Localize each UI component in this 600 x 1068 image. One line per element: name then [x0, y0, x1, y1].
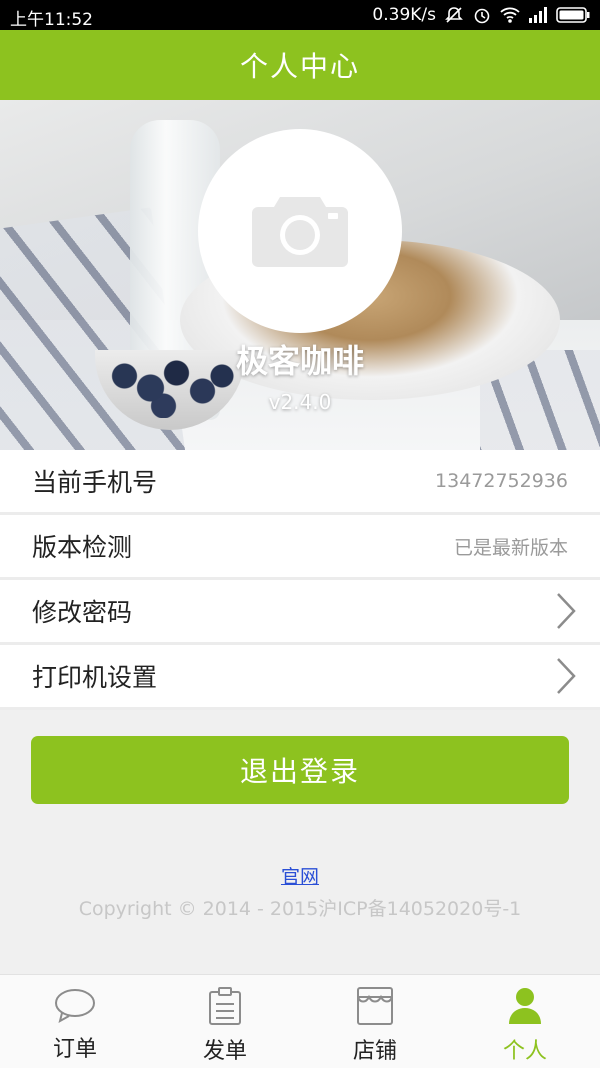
- camera-icon: [250, 189, 350, 273]
- profile-header: 极客咖啡 v2.4.0: [0, 100, 600, 450]
- printer-settings-label: 打印机设置: [32, 663, 158, 692]
- app-version: v2.4.0: [268, 390, 332, 414]
- nav-profile-label: 个人: [502, 1039, 547, 1064]
- phone-number-row: 当前手机号 13472752936: [0, 450, 600, 515]
- page-title: 个人中心: [239, 50, 360, 83]
- wifi-icon: [500, 6, 520, 24]
- mute-icon: [444, 5, 464, 25]
- printer-settings-row[interactable]: 打印机设置: [0, 645, 600, 710]
- change-password-label: 修改密码: [32, 598, 133, 627]
- chat-bubble-icon: [54, 987, 96, 1027]
- change-password-row[interactable]: 修改密码: [0, 580, 600, 645]
- version-check-label: 版本检测: [32, 533, 133, 562]
- nav-dispatch-label: 发单: [202, 1039, 247, 1064]
- title-bar: 个人中心: [0, 30, 600, 100]
- bottom-nav: 订单 发单 店铺 个人: [0, 974, 600, 1068]
- alarm-icon: [472, 5, 492, 25]
- avatar[interactable]: [198, 129, 402, 333]
- version-check-row[interactable]: 版本检测 已是最新版本: [0, 515, 600, 580]
- chevron-right-icon: [554, 592, 578, 634]
- chevron-right-icon: [554, 657, 578, 699]
- store-name: 极客咖啡: [235, 342, 364, 380]
- signal-icon: [528, 7, 548, 23]
- logout-button[interactable]: 退出登录: [31, 736, 569, 804]
- phone-number-value: 13472752936: [435, 470, 568, 492]
- nav-store-label: 店铺: [352, 1039, 397, 1064]
- official-site-link[interactable]: 官网: [0, 862, 600, 889]
- copyright-text: Copyright © 2014 - 2015沪ICP备14052020号-1: [78, 898, 522, 920]
- person-icon: [507, 987, 543, 1029]
- nav-orders[interactable]: 订单: [0, 975, 150, 1068]
- settings-list: 当前手机号 13472752936 版本检测 已是最新版本 修改密码 打印机设置: [0, 450, 600, 710]
- battery-icon: [556, 7, 590, 23]
- store-icon: [355, 987, 395, 1029]
- clipboard-icon: [207, 987, 243, 1029]
- status-icons: 0.39K/s: [372, 5, 590, 25]
- phone-number-label: 当前手机号: [32, 468, 158, 497]
- nav-orders-label: 订单: [52, 1037, 97, 1062]
- network-speed: 0.39K/s: [372, 5, 436, 25]
- nav-store[interactable]: 店铺: [300, 975, 450, 1068]
- status-time: 上午11:52: [10, 10, 93, 30]
- nav-profile[interactable]: 个人: [450, 975, 600, 1068]
- nav-dispatch[interactable]: 发单: [150, 975, 300, 1068]
- status-bar: 上午11:52 0.39K/s: [0, 0, 600, 30]
- version-check-status: 已是最新版本: [453, 536, 568, 559]
